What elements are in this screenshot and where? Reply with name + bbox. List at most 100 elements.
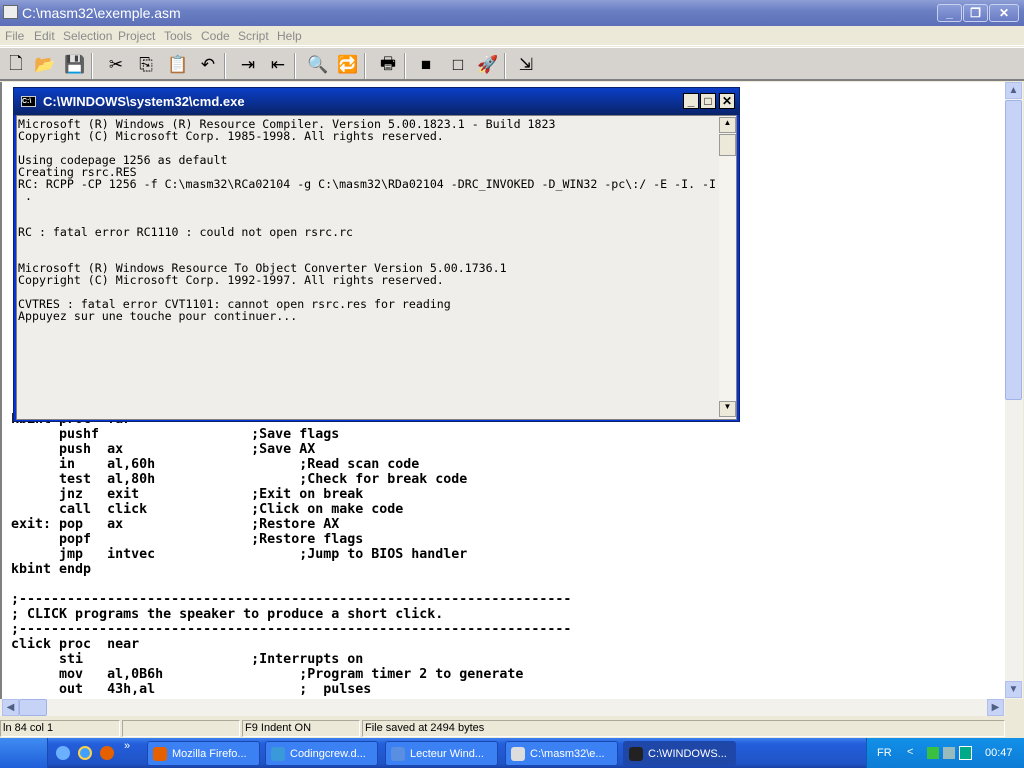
status-empty (122, 720, 240, 737)
scroll-up-button[interactable]: ▲ (1005, 82, 1022, 99)
menu-script[interactable]: Script (238, 29, 269, 43)
console-button[interactable]: ■ (414, 53, 438, 77)
task-app-icon (391, 747, 405, 761)
vertical-scrollbar[interactable]: ▲ ▼ (1005, 82, 1023, 699)
code-line: ;---------------------------------------… (11, 622, 572, 637)
cmd-output-line: RC : fatal error RC1110 : could not open… (18, 225, 354, 239)
window-button[interactable]: □ (446, 53, 470, 77)
save-button[interactable]: 💾 (63, 53, 87, 77)
taskbar-button[interactable]: C:\WINDOWS... (623, 741, 736, 766)
cut-icon: ✂ (108, 55, 124, 74)
restore-button[interactable]: ❐ (963, 4, 988, 22)
toolbar-separator (224, 53, 226, 79)
system-tray: FR < 00:47 (866, 738, 1024, 768)
print-icon: 🖶 (379, 53, 397, 73)
cmd-title-bar[interactable]: C:\ C:\WINDOWS\system32\cmd.exe _ □ ✕ (14, 88, 739, 115)
cmd-close-button[interactable]: ✕ (719, 93, 735, 109)
new-file-button[interactable]: 🗋 (4, 53, 28, 77)
print-button[interactable]: 🖶 (376, 53, 400, 77)
toolbar-separator (364, 53, 366, 79)
cmd-title: C:\WINDOWS\system32\cmd.exe (43, 94, 245, 109)
minimize-button[interactable]: _ (937, 4, 962, 22)
cut-button[interactable]: ✂ (104, 53, 128, 77)
exit-button[interactable]: ⇲ (514, 53, 538, 77)
status-indent: F9 Indent ON (242, 720, 360, 737)
outdent-button[interactable]: ⇤ (266, 53, 290, 77)
undo-button[interactable]: ↶ (196, 53, 220, 77)
task-label: C:\masm32\e... (530, 748, 605, 760)
run-button[interactable]: 🚀 (476, 53, 500, 77)
scroll-left-button[interactable]: ◀ (2, 699, 19, 716)
menu-tools[interactable]: Tools (164, 29, 192, 43)
replace-button[interactable]: 🔁 (336, 53, 360, 77)
menu-file[interactable]: File (5, 29, 24, 43)
code-line: click proc near (11, 637, 140, 652)
taskbar-button[interactable]: Lecteur Wind... (385, 741, 498, 766)
toolbar: 🗋 📂 💾 ✂ ⎘ 📋 ↶ ⇥ ⇤ 🔍 🔁 🖶 ■ □ 🚀 ⇲ (0, 47, 1024, 81)
cmd-scroll-up[interactable]: ▲ (719, 117, 736, 133)
code-line: push ax ;Save AX (11, 442, 316, 457)
quicklaunch-ie-icon[interactable] (78, 746, 92, 760)
network-icon[interactable] (927, 747, 939, 759)
cmd-icon: C:\ (21, 96, 36, 107)
scroll-thumb[interactable] (1005, 100, 1022, 400)
horizontal-scrollbar[interactable]: ◀ ▶ (0, 699, 1005, 716)
status-position: ln 84 col 1 (0, 720, 120, 737)
code-line: kbint endp (11, 562, 92, 577)
task-label: C:\WINDOWS... (648, 748, 727, 760)
console-icon: ■ (420, 55, 432, 74)
status-bar: ln 84 col 1 F9 Indent ON File saved at 2… (0, 718, 1024, 738)
app-tray-icon[interactable] (959, 746, 972, 760)
code-line: sti ;Interrupts on (11, 652, 364, 667)
copy-button[interactable]: ⎘ (134, 53, 158, 77)
cmd-scrollbar[interactable]: ▲ ▼ (719, 116, 736, 419)
code-line: call click ;Click on make code (11, 502, 404, 517)
menu-help[interactable]: Help (277, 29, 302, 43)
menu-project[interactable]: Project (118, 29, 155, 43)
cmd-scroll-thumb[interactable] (719, 134, 736, 156)
indent-icon: ⇥ (240, 55, 256, 74)
start-button[interactable] (0, 738, 48, 768)
new-file-icon: 🗋 (9, 53, 23, 73)
outdent-icon: ⇤ (270, 55, 286, 74)
quicklaunch-more-icon[interactable]: » (124, 740, 130, 752)
open-folder-icon: 📂 (34, 55, 56, 74)
toolbar-separator (404, 53, 406, 79)
cmd-output-line: Appuyez sur une touche pour continuer... (18, 309, 298, 323)
task-app-icon (271, 747, 285, 761)
taskbar-button[interactable]: Codingcrew.d... (265, 741, 378, 766)
task-app-icon (629, 747, 643, 761)
code-line: popf ;Restore flags (11, 532, 364, 547)
indent-button[interactable]: ⇥ (236, 53, 260, 77)
close-button[interactable]: ✕ (989, 4, 1019, 22)
find-button[interactable]: 🔍 (306, 53, 330, 77)
code-line: ; CLICK programs the speaker to produce … (11, 607, 444, 622)
quicklaunch-firefox-icon[interactable] (100, 746, 114, 760)
paste-button[interactable]: 📋 (166, 53, 190, 77)
menu-edit[interactable]: Edit (34, 29, 55, 43)
hscroll-thumb[interactable] (19, 699, 47, 716)
task-label: Lecteur Wind... (410, 748, 484, 760)
scroll-down-button[interactable]: ▼ (1005, 681, 1022, 698)
cmd-output[interactable]: ▲ ▼ Microsoft (R) Windows (R) Resource C… (16, 115, 737, 420)
menu-code[interactable]: Code (201, 29, 230, 43)
open-folder-button[interactable]: 📂 (33, 53, 57, 77)
task-label: Mozilla Firefo... (172, 748, 247, 760)
language-indicator[interactable]: FR (877, 747, 892, 759)
cmd-scroll-down[interactable]: ▼ (719, 401, 736, 417)
menu-selection[interactable]: Selection (63, 29, 112, 43)
connection-icon[interactable] (943, 747, 955, 759)
scroll-right-button[interactable]: ▶ (987, 699, 1004, 716)
cmd-minimize-button[interactable]: _ (683, 93, 699, 109)
cmd-output-line: . (18, 189, 32, 203)
taskbar-button[interactable]: Mozilla Firefo... (147, 741, 260, 766)
menu-bar: File Edit Selection Project Tools Code S… (0, 26, 1024, 46)
task-app-icon (153, 747, 167, 761)
undo-icon: ↶ (200, 55, 216, 74)
cmd-maximize-button[interactable]: □ (700, 93, 716, 109)
tray-expand-icon[interactable]: < (907, 746, 913, 758)
taskbar-button[interactable]: C:\masm32\e... (505, 741, 618, 766)
quicklaunch-ie-settings-icon[interactable] (56, 746, 70, 760)
cmd-output-line: RC: RCPP -CP 1256 -f C:\masm32\RCa02104 … (18, 177, 717, 191)
cmd-window[interactable]: C:\ C:\WINDOWS\system32\cmd.exe _ □ ✕ ▲ … (13, 87, 740, 422)
